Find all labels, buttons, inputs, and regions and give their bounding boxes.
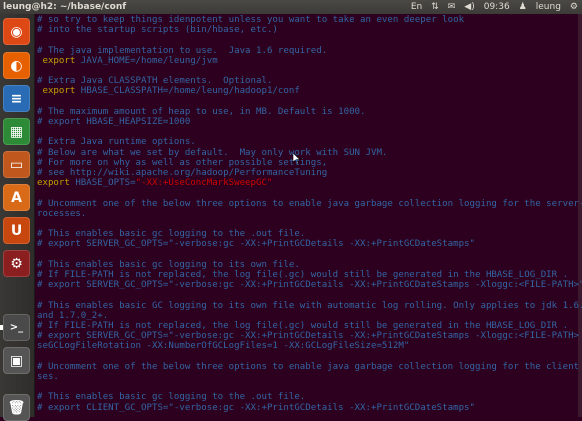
terminal-line: # For more on why as well as other possi… xyxy=(37,158,327,168)
user-name[interactable]: leung xyxy=(536,0,561,14)
network-icon[interactable]: ⇅ xyxy=(431,0,439,14)
running-indicator xyxy=(0,325,3,330)
terminal-line: # If FILE-PATH is not replaced, the log … xyxy=(37,270,568,280)
libreoffice-writer-icon[interactable]: ≡ xyxy=(3,85,30,112)
terminal-line: export HBASE_OPTS="-XX:+UseConcMarkSweep… xyxy=(37,178,272,188)
terminal-line: # export SERVER_GC_OPTS="-verbose:gc -XX… xyxy=(37,331,582,341)
terminal-scrollbar[interactable] xyxy=(578,14,582,417)
terminal-line: # Extra Java runtime options. xyxy=(37,137,196,147)
code-token: export xyxy=(37,86,76,97)
code-token: # If FILE-PATH is not replaced, the log … xyxy=(37,270,569,280)
terminal-line: # export CLIENT_GC_OPTS="-verbose:gc -XX… xyxy=(37,403,475,413)
terminal-line: ses. xyxy=(37,372,59,382)
terminal-line: rocesses. xyxy=(37,209,86,219)
email-icon[interactable]: ✉ xyxy=(448,0,456,14)
terminal-line: and 1.7.0_2+. xyxy=(37,311,108,321)
user-icon[interactable]: ♟ xyxy=(519,0,527,14)
code-token: HBASE_CLASSPATH=/home/leung/hadoop1/conf xyxy=(75,86,300,97)
code-token: export xyxy=(37,55,76,66)
code-token: seGCLogFileRotation -XX:NumberOfGCLogFil… xyxy=(37,341,410,352)
code-token: # This enables basic gc logging to its o… xyxy=(37,259,300,270)
code-token: JAVA_HOME=/home/leung/jvm xyxy=(75,55,218,66)
code-token: "-XX:+UseConcMarkSweepGC" xyxy=(135,178,273,189)
firefox-icon[interactable]: ◐ xyxy=(3,52,30,79)
code-token: # Extra Java runtime options. xyxy=(37,137,196,148)
code-token: # export SERVER_GC_OPTS="-verbose:gc -XX… xyxy=(37,239,475,250)
terminal-line: # Uncomment one of the below three optio… xyxy=(37,362,582,372)
terminal-line: # export SERVER_GC_OPTS="-verbose:gc -XX… xyxy=(37,239,475,249)
terminal-line: # Extra Java CLASSPATH elements. Optiona… xyxy=(37,76,272,86)
libreoffice-impress-icon[interactable]: ▭ xyxy=(3,151,30,178)
top-panel: leung@h2: ~/hbase/conf En ⇅ ✉ ◀) 09:36 ♟… xyxy=(0,0,582,14)
terminal-line: # Below are what we set by default. May … xyxy=(37,148,387,158)
terminal-content[interactable]: # so try to keep things idenpotent unles… xyxy=(35,14,582,417)
code-token: # Extra Java CLASSPATH elements. Optiona… xyxy=(37,76,273,87)
code-token: # This enables basic gc logging to the .… xyxy=(37,392,306,403)
terminal-line: # The maximum amount of heap to use, in … xyxy=(37,107,366,117)
code-token: # The java implementation to use. Java 1… xyxy=(37,45,328,56)
code-token: # export SERVER_GC_OPTS="-verbose:gc -XX… xyxy=(37,280,582,291)
terminal-line: # Uncomment one of the below three optio… xyxy=(37,199,582,209)
code-token: # This enables basic gc logging to the .… xyxy=(37,229,306,240)
system-settings-icon[interactable]: ⚙ xyxy=(3,250,30,277)
libreoffice-calc-icon[interactable]: ▦ xyxy=(3,118,30,145)
keyboard-layout-indicator[interactable]: En xyxy=(411,0,422,14)
terminal-icon[interactable]: >_ xyxy=(0,314,30,341)
code-token: # export CLIENT_GC_OPTS="-verbose:gc -XX… xyxy=(37,402,475,413)
code-token: ses. xyxy=(37,372,59,382)
power-gear-icon[interactable]: ⚙ xyxy=(570,0,578,14)
terminal-line: # This enables basic GC logging to its o… xyxy=(37,301,582,311)
code-token: # If FILE-PATH is not replaced, the log … xyxy=(37,321,569,331)
software-center-icon[interactable]: A xyxy=(3,184,30,211)
terminal-line: # export HBASE_HEAPSIZE=1000 xyxy=(37,117,190,127)
terminal-line: export HBASE_CLASSPATH=/home/leung/hadoo… xyxy=(37,86,300,97)
code-token: # This enables basic GC logging to its o… xyxy=(37,300,582,311)
code-token: rocesses. xyxy=(37,208,87,219)
code-token: # see http://wiki.apache.org/hadoop/Perf… xyxy=(37,168,328,178)
terminal-line: # see http://wiki.apache.org/hadoop/Perf… xyxy=(37,168,327,178)
dash-home-icon[interactable]: ◉ xyxy=(3,18,30,45)
workspace-switcher-icon[interactable]: ▣ xyxy=(3,347,30,374)
terminal-line: # export SERVER_GC_OPTS="-verbose:gc -XX… xyxy=(37,280,582,290)
ubuntu-one-icon[interactable]: U xyxy=(3,217,30,244)
terminal-line: export JAVA_HOME=/home/leung/jvm xyxy=(37,55,218,66)
code-token: # The maximum amount of heap to use, in … xyxy=(37,106,366,117)
code-token: # export SERVER_GC_OPTS="-verbose:gc -XX… xyxy=(37,331,582,342)
volume-icon[interactable]: ◀) xyxy=(464,0,474,14)
terminal-line: seGCLogFileRotation -XX:NumberOfGCLogFil… xyxy=(37,341,409,351)
code-token: # into the startup scripts (bin/hbase, e… xyxy=(37,25,278,36)
terminal-line: # If FILE-PATH is not replaced, the log … xyxy=(37,321,568,331)
code-token: # so try to keep things idenpotent unles… xyxy=(37,15,465,25)
terminal-line: # The java implementation to use. Java 1… xyxy=(37,46,327,56)
window-title: leung@h2: ~/hbase/conf xyxy=(3,2,127,12)
system-tray: En ⇅ ✉ ◀) 09:36 ♟ leung ⚙ xyxy=(411,0,578,14)
code-token: # Below are what we set by default. May … xyxy=(37,147,388,158)
terminal-line: # This enables basic gc logging to its o… xyxy=(37,260,300,270)
code-token: HBASE_OPTS= xyxy=(69,178,136,189)
terminal-line: # This enables basic gc logging to the .… xyxy=(37,229,305,239)
code-token: export xyxy=(37,178,70,189)
code-token: # Uncomment one of the below three optio… xyxy=(37,198,582,209)
code-token: and 1.7.0_2+. xyxy=(37,310,109,321)
clock[interactable]: 09:36 xyxy=(484,0,510,14)
terminal-line: # into the startup scripts (bin/hbase, e… xyxy=(37,25,278,35)
terminal-line: # so try to keep things idenpotent unles… xyxy=(37,15,464,25)
code-token: # For more on why as well as other possi… xyxy=(37,157,328,168)
code-token: # export HBASE_HEAPSIZE=1000 xyxy=(37,117,191,127)
code-token: # Uncomment one of the below three optio… xyxy=(37,361,582,372)
launcher: ◉ ◐ ≡ ▦ ▭ A U ⚙ >_ ▣ 🗑 xyxy=(0,14,35,421)
terminal-line: # This enables basic gc logging to the .… xyxy=(37,392,305,402)
